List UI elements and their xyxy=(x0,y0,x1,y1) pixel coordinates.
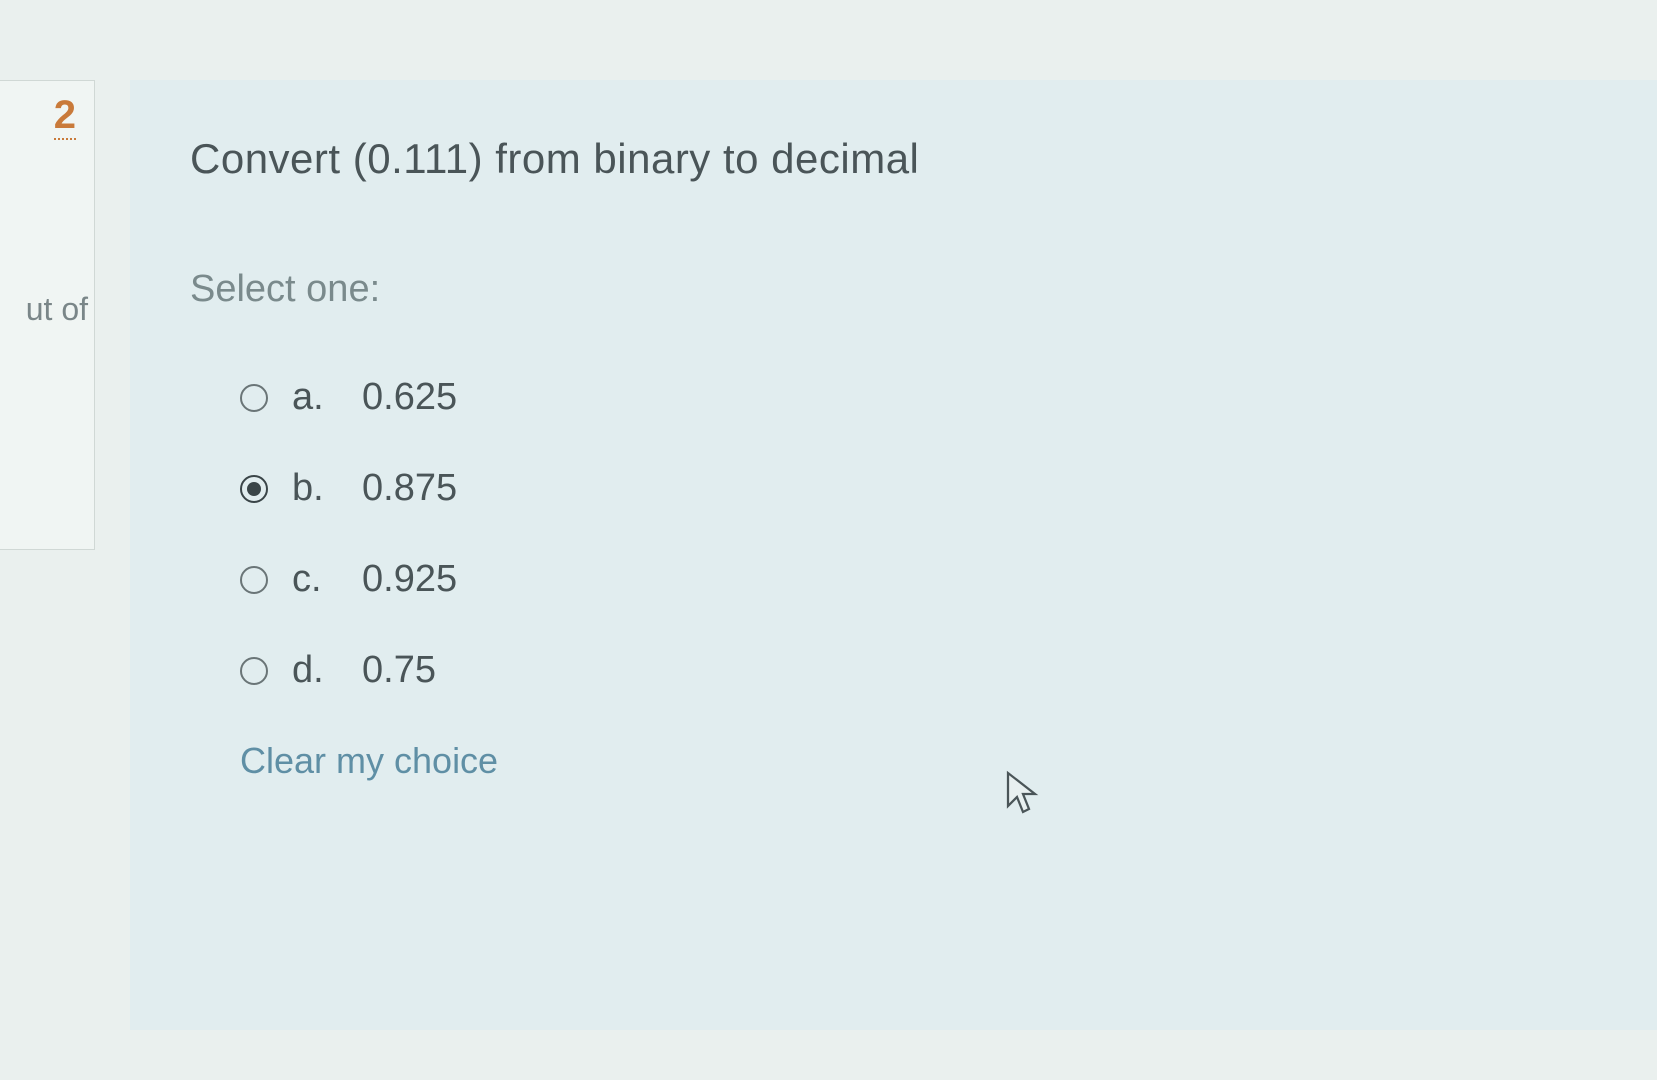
question-number: 2 xyxy=(54,93,76,140)
option-c[interactable]: c. 0.925 xyxy=(240,558,1597,601)
cursor-icon xyxy=(1005,770,1041,818)
radio-b[interactable] xyxy=(240,475,268,503)
option-value: 0.75 xyxy=(362,649,436,692)
question-panel: Convert (0.111) from binary to decimal S… xyxy=(130,80,1657,1030)
radio-d[interactable] xyxy=(240,657,268,685)
select-one-prompt: Select one: xyxy=(190,268,1597,311)
radio-a[interactable] xyxy=(240,384,268,412)
question-info-sidebar: 2 ut of xyxy=(0,80,95,550)
option-b[interactable]: b. 0.875 xyxy=(240,467,1597,510)
option-d[interactable]: d. 0.75 xyxy=(240,649,1597,692)
option-value: 0.925 xyxy=(362,558,457,601)
marks-label-fragment: ut of xyxy=(26,291,88,328)
option-letter: c. xyxy=(292,558,344,601)
radio-c[interactable] xyxy=(240,566,268,594)
option-letter: a. xyxy=(292,376,344,419)
option-letter: b. xyxy=(292,467,344,510)
option-value: 0.625 xyxy=(362,376,457,419)
option-letter: d. xyxy=(292,649,344,692)
answer-options: a. 0.625 b. 0.875 c. 0.925 d. 0.75 xyxy=(190,376,1597,692)
clear-choice-link[interactable]: Clear my choice xyxy=(190,740,1597,782)
option-a[interactable]: a. 0.625 xyxy=(240,376,1597,419)
question-text: Convert (0.111) from binary to decimal xyxy=(190,135,1597,183)
option-value: 0.875 xyxy=(362,467,457,510)
